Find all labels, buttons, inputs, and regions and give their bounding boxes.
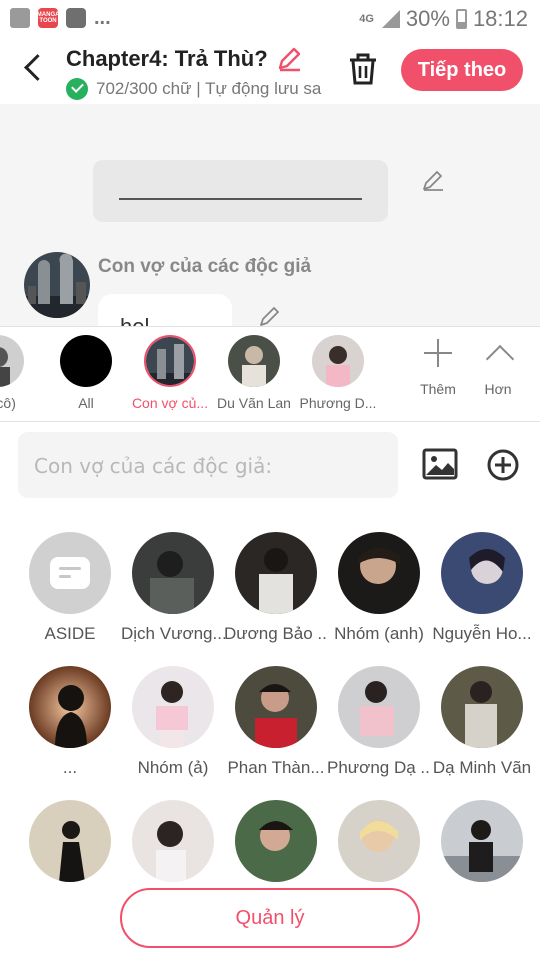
strip-character-all[interactable]: All: [44, 335, 128, 411]
grid-character[interactable]: [430, 800, 534, 892]
grid-character[interactable]: [18, 800, 122, 892]
character-avatar: [338, 800, 420, 882]
gallery-icon: [10, 8, 30, 28]
add-label: Thêm: [420, 381, 456, 397]
divider-block[interactable]: [93, 160, 388, 222]
editor-header: Chapter4: Trả Thù? 702/300 chữ | Tự động…: [0, 38, 540, 104]
grid-character[interactable]: [224, 800, 328, 892]
trash-icon[interactable]: [346, 52, 380, 86]
grid-character[interactable]: Dịch Vương...: [121, 532, 225, 644]
character-label: ...: [62, 758, 78, 777]
grid-character[interactable]: Phan Thàn...: [224, 666, 328, 778]
add-character-button[interactable]: Thêm: [408, 339, 468, 397]
message-input[interactable]: Con vợ của các độc giả:: [18, 432, 398, 498]
divider-line: [119, 198, 362, 200]
strip-character-selected[interactable]: Con vợ củ...: [128, 335, 212, 411]
status-bar: MANGA TOON ... 4G 30% 18:12: [0, 0, 540, 38]
character-avatar: [338, 532, 420, 614]
edit-icon[interactable]: [421, 168, 445, 192]
expand-button[interactable]: Hơn: [468, 339, 528, 397]
aside-icon: [50, 557, 90, 589]
character-label: Nhóm (ả): [137, 758, 209, 777]
plus-icon: [424, 339, 452, 367]
chevron-up-icon: [484, 339, 512, 367]
back-button[interactable]: [20, 54, 48, 82]
character-avatar: [235, 532, 317, 614]
grid-character[interactable]: Nhóm (anh): [327, 532, 431, 644]
character-avatar: [235, 666, 317, 748]
character-avatar: [441, 666, 523, 748]
edit-message-icon[interactable]: [258, 304, 282, 326]
character-avatar: [228, 335, 280, 387]
network-type: 4G: [359, 13, 374, 25]
character-label: Dạ Minh Vãn: [432, 758, 532, 777]
character-label: All: [78, 395, 94, 411]
character-label: Dịch Vương...: [121, 624, 225, 643]
character-avatar: [312, 335, 364, 387]
composer: Con vợ của các độc giả:: [0, 422, 540, 516]
word-count-status: 702/300 chữ | Tự động lưu sa: [96, 79, 322, 98]
signal-icon: [380, 10, 400, 28]
grid-character[interactable]: [121, 800, 225, 892]
character-label: Dương Bảo ...: [224, 624, 328, 643]
character-label: Con vợ củ...: [131, 395, 209, 411]
pencil-icon[interactable]: [276, 46, 302, 72]
play-icon: [66, 8, 86, 28]
grid-character[interactable]: Dương Bảo ...: [224, 532, 328, 644]
character-avatar: [132, 800, 214, 882]
character-avatar: [132, 666, 214, 748]
speaker-name: Con vợ của các độc giả: [98, 256, 312, 277]
character-label: n (cô): [0, 395, 16, 411]
character-label: Phan Thàn...: [227, 758, 325, 777]
character-label: ASIDE: [44, 624, 96, 643]
grid-character-aside[interactable]: ASIDE: [18, 532, 122, 644]
message-bubble[interactable]: hel...: [98, 294, 232, 326]
character-label: Du Vãn Lan: [217, 395, 291, 411]
character-avatar: [338, 666, 420, 748]
message-text: hel...: [120, 314, 168, 326]
character-avatar: [132, 532, 214, 614]
clock: 18:12: [472, 6, 528, 31]
grid-character[interactable]: Dạ Minh Vãn: [430, 666, 534, 778]
character-avatar: [0, 335, 24, 387]
character-avatar: [60, 335, 112, 387]
strip-character[interactable]: Du Vãn Lan: [212, 335, 296, 411]
grid-character[interactable]: Phương Dạ ...: [327, 666, 431, 778]
story-editor[interactable]: Con vợ của các độc giả hel...: [0, 104, 540, 326]
saved-check-icon: [66, 78, 88, 100]
strip-character[interactable]: Phương D...: [296, 335, 380, 411]
character-avatar: [441, 532, 523, 614]
more-label: Hơn: [484, 381, 512, 397]
character-label: Phương Dạ ...: [327, 758, 431, 777]
grid-character[interactable]: [327, 800, 431, 892]
aside-avatar: [29, 532, 111, 614]
overflow-indicator: ...: [94, 7, 111, 29]
grid-character[interactable]: Nguyễn Ho...: [430, 532, 534, 644]
character-label: Nguyễn Ho...: [432, 624, 532, 643]
character-avatar: [235, 800, 317, 882]
strip-character[interactable]: n (cô): [0, 335, 40, 411]
add-circle-icon[interactable]: [486, 448, 520, 482]
next-button[interactable]: Tiếp theo: [401, 49, 523, 91]
character-label: Phương D...: [299, 395, 377, 411]
character-avatar: [29, 666, 111, 748]
manage-button[interactable]: Quản lý: [120, 888, 420, 948]
character-avatar: [29, 800, 111, 882]
battery-percent: 30%: [405, 6, 450, 31]
character-avatar: [441, 800, 523, 882]
battery-icon: [455, 9, 467, 29]
character-label: Nhóm (anh): [334, 624, 424, 643]
character-strip: n (cô) All Con vợ củ... Du Vãn Lan Phươn…: [0, 326, 540, 422]
character-avatar: [144, 335, 196, 387]
chapter-title: Chapter4: Trả Thù?: [66, 46, 268, 71]
image-icon[interactable]: [422, 448, 458, 480]
manga-toon-icon: MANGA TOON: [37, 8, 59, 28]
grid-character[interactable]: ...: [18, 666, 122, 778]
grid-character[interactable]: Nhóm (ả): [121, 666, 225, 778]
speaker-avatar[interactable]: [24, 252, 90, 318]
